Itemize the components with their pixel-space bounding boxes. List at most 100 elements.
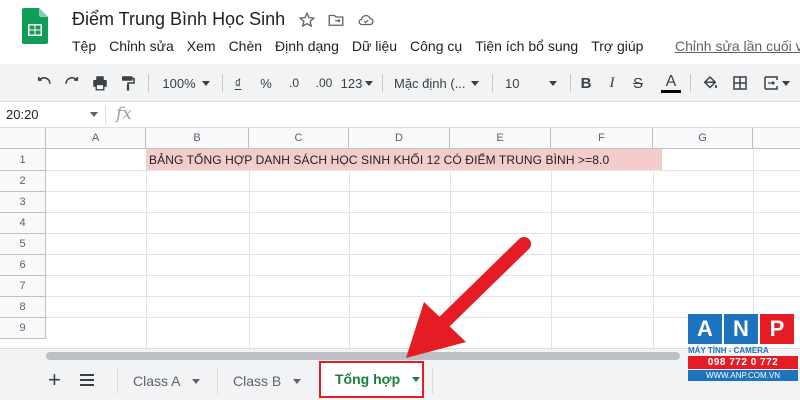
currency-format-button[interactable]: ₫: [230, 72, 246, 94]
column-header[interactable]: E: [450, 128, 551, 149]
borders-icon: [733, 76, 747, 90]
toolbar-divider: [382, 74, 383, 92]
title-bar: Điểm Trung Bình Học Sinh Tệp Chỉnh sửa X…: [0, 0, 800, 64]
print-button[interactable]: [90, 72, 110, 94]
menu-edit[interactable]: Chỉnh sửa: [109, 38, 174, 58]
sheet-tab-class-b[interactable]: Class B: [219, 364, 317, 398]
bold-button[interactable]: B: [578, 72, 594, 94]
chevron-down-icon: [549, 80, 558, 86]
anp-phone: 098 772 0 772: [688, 356, 798, 369]
tab-divider: [117, 368, 118, 394]
fx-icon: fx: [116, 104, 132, 124]
menu-data[interactable]: Dữ liệu: [352, 38, 397, 58]
paint-format-button[interactable]: [118, 72, 138, 94]
font-family-value: Mặc định (...: [394, 75, 466, 91]
undo-button[interactable]: [34, 72, 54, 94]
row-header[interactable]: 1: [0, 149, 46, 171]
anp-tagline: MÁY TÍNH - CAMERA: [688, 346, 769, 355]
column-header[interactable]: G: [653, 128, 753, 149]
all-sheets-menu-icon[interactable]: [80, 374, 94, 386]
chevron-down-icon[interactable]: [90, 112, 98, 117]
menu-file[interactable]: Tệp: [72, 38, 96, 58]
column-header[interactable]: C: [249, 128, 349, 149]
column-header[interactable]: F: [551, 128, 653, 149]
row-header[interactable]: 4: [0, 213, 46, 234]
redo-icon: [65, 77, 79, 84]
borders-button[interactable]: [730, 72, 750, 94]
scrollbar-thumb[interactable]: [46, 352, 680, 360]
font-size-select[interactable]: 10: [505, 72, 561, 94]
anp-letter: A: [688, 314, 722, 344]
menu-addons[interactable]: Tiện ích bổ sung: [475, 38, 578, 58]
column-header[interactable]: D: [349, 128, 450, 149]
percent-format-button[interactable]: %: [258, 72, 274, 94]
decrease-decimal-button[interactable]: .0: [283, 72, 305, 94]
zoom-select[interactable]: 100%: [158, 72, 214, 94]
last-edit-link[interactable]: Chỉnh sửa lần cuối v: [675, 38, 800, 54]
merged-title-cell[interactable]: BẢNG TỔNG HỢP DANH SÁCH HỌC SINH KHỐI 12…: [146, 149, 662, 171]
increase-decimal-button[interactable]: .00: [311, 72, 337, 94]
redo-button[interactable]: [62, 72, 82, 94]
more-formats-label: 123: [340, 75, 363, 91]
paint-format-icon: [122, 76, 135, 91]
formula-bar: 20:20 fx: [0, 102, 800, 128]
text-color-swatch: [661, 89, 681, 93]
move-folder-icon[interactable]: [327, 11, 345, 29]
chevron-down-icon[interactable]: [192, 378, 201, 384]
chevron-down-icon: [782, 80, 790, 86]
toolbar-divider: [148, 74, 149, 92]
merge-cells-button[interactable]: [760, 72, 792, 94]
grid-line: [249, 149, 250, 348]
row-header[interactable]: 9: [0, 318, 46, 339]
menu-bar: Tệp Chỉnh sửa Xem Chèn Định dạng Dữ liệu…: [72, 38, 656, 58]
grid-line: [349, 149, 350, 348]
font-size-value: 10: [505, 75, 520, 91]
red-arrow-annotation: [406, 237, 531, 358]
paint-bucket-icon: [703, 75, 718, 89]
row-header[interactable]: 8: [0, 297, 46, 318]
strikethrough-button[interactable]: S: [630, 72, 646, 94]
italic-button[interactable]: I: [604, 72, 620, 94]
toolbar-divider: [492, 74, 493, 92]
toolbar: 100% ₫ % .0 .00 123 Mặc định (... 10 B I…: [0, 64, 800, 102]
add-sheet-button[interactable]: +: [48, 369, 61, 391]
row-header[interactable]: 6: [0, 255, 46, 276]
row-header[interactable]: 3: [0, 192, 46, 213]
select-all-corner[interactable]: [0, 128, 46, 149]
column-header[interactable]: A: [46, 128, 146, 149]
sheet-tab-label: Class A: [133, 373, 181, 389]
column-header[interactable]: B: [146, 128, 249, 149]
row-header[interactable]: 2: [0, 171, 46, 192]
menu-insert[interactable]: Chèn: [229, 38, 262, 58]
menu-tools[interactable]: Công cụ: [410, 38, 462, 58]
merge-cells-icon: [764, 76, 778, 90]
menu-view[interactable]: Xem: [187, 38, 216, 58]
grid-line: [551, 149, 552, 348]
sheets-logo-icon[interactable]: [22, 8, 48, 44]
sheet-tab-class-a[interactable]: Class A: [119, 364, 217, 398]
menu-help[interactable]: Trợ giúp: [591, 38, 643, 58]
toolbar-divider: [690, 74, 691, 92]
chevron-down-icon[interactable]: [293, 378, 302, 384]
column-header[interactable]: [753, 128, 800, 149]
sheet-tab-label: Class B: [233, 373, 282, 389]
fill-color-button[interactable]: [700, 72, 720, 94]
print-icon: [93, 76, 107, 91]
star-icon[interactable]: [298, 11, 316, 29]
text-color-button[interactable]: A: [660, 72, 682, 94]
chevron-down-icon: [201, 80, 210, 86]
anp-letter: P: [760, 314, 794, 344]
anp-logo: A N P: [688, 314, 798, 344]
more-formats-select[interactable]: 123: [340, 72, 374, 94]
cloud-status-icon[interactable]: [357, 11, 375, 29]
name-box[interactable]: 20:20: [6, 107, 39, 122]
toolbar-divider: [222, 74, 223, 92]
row-header[interactable]: 7: [0, 276, 46, 297]
zoom-value: 100%: [162, 75, 196, 91]
document-title[interactable]: Điểm Trung Bình Học Sinh: [72, 9, 285, 30]
menu-format[interactable]: Định dạng: [275, 38, 339, 58]
row-header[interactable]: 5: [0, 234, 46, 255]
grid-line: [146, 149, 147, 348]
tab-divider: [217, 368, 218, 394]
font-family-select[interactable]: Mặc định (...: [394, 72, 482, 94]
